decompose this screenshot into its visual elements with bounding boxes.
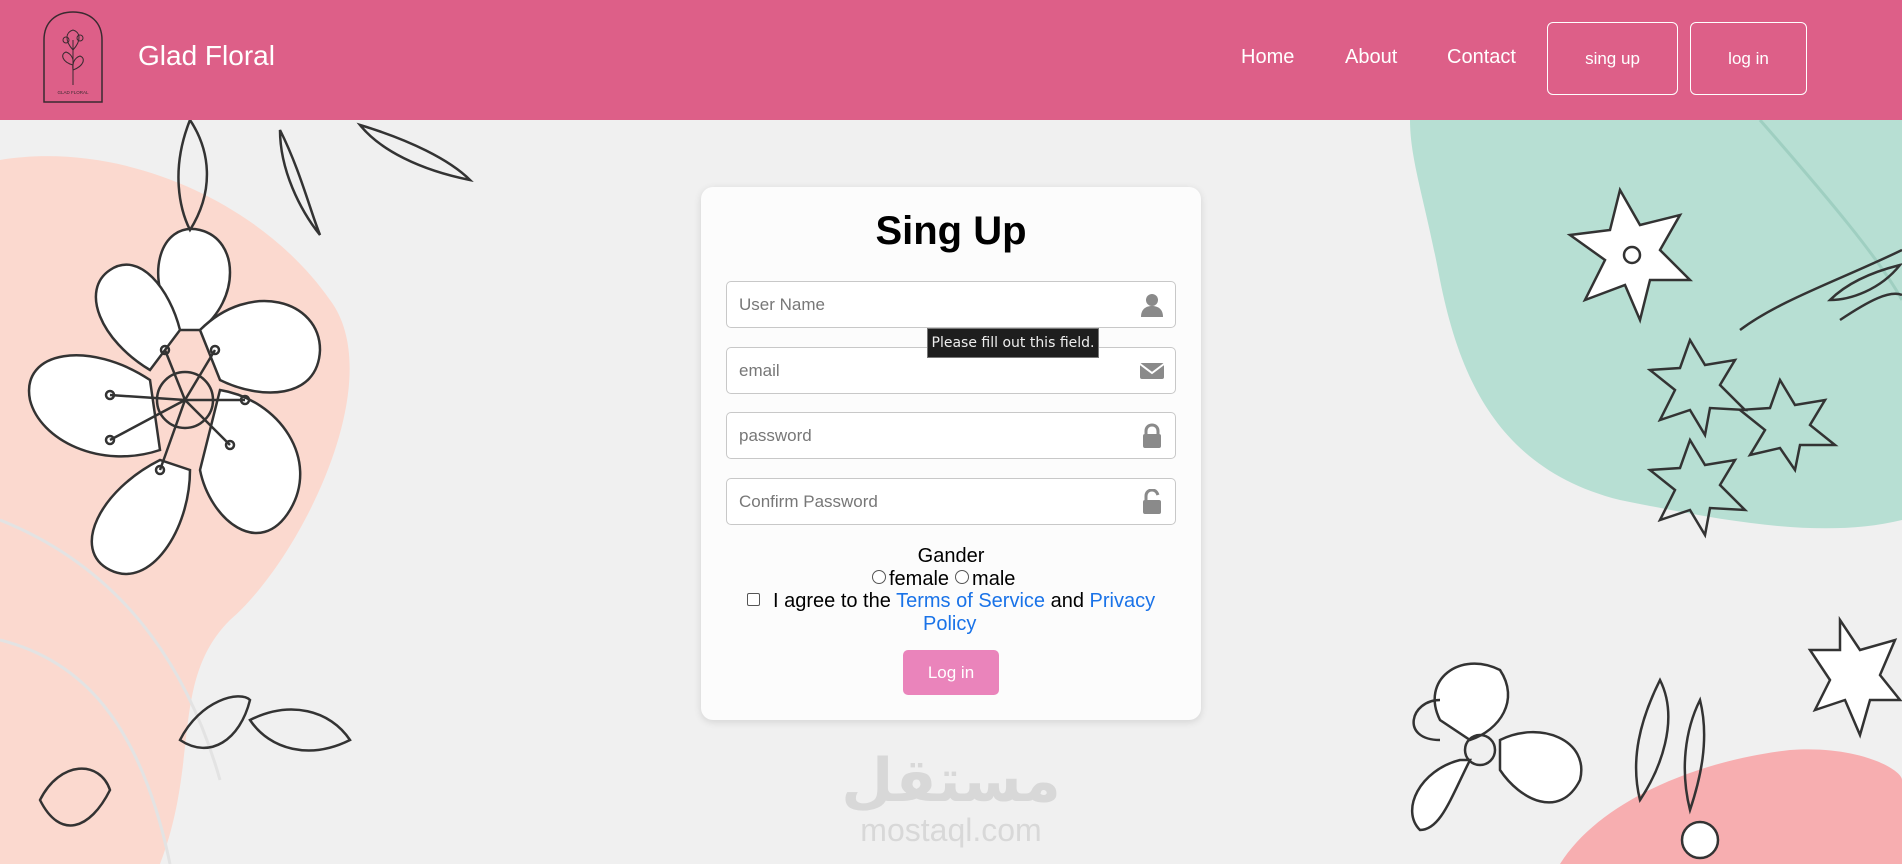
watermark: مستقل mostaql.com <box>836 750 1066 848</box>
signup-card: Sing Up <box>701 187 1201 720</box>
female-radio[interactable] <box>872 569 886 584</box>
username-input[interactable] <box>739 282 1119 327</box>
watermark-latin: mostaql.com <box>860 812 1042 848</box>
brand-name[interactable]: Glad Floral <box>138 40 275 72</box>
envelope-icon <box>1139 363 1165 379</box>
password-field[interactable] <box>726 412 1176 459</box>
and-text: and <box>1050 590 1084 612</box>
navbar: GLAD FLORAL Glad Floral Home About Conta… <box>0 0 1902 120</box>
male-label[interactable]: male <box>972 568 1015 591</box>
agree-prefix: I agree to the <box>773 590 891 612</box>
confirm-password-input[interactable] <box>739 479 1119 524</box>
lock-icon <box>1143 423 1161 448</box>
logo-text: GLAD FLORAL <box>57 90 89 95</box>
agree-checkbox[interactable] <box>747 593 760 606</box>
terms-link[interactable]: Terms of Service <box>896 590 1045 612</box>
privacy-link-continued[interactable]: Policy <box>923 613 976 636</box>
username-field[interactable] <box>726 281 1176 328</box>
gender-label: Gander <box>917 545 985 567</box>
signup-nav-button[interactable]: sing up <box>1547 22 1678 95</box>
female-label[interactable]: female <box>889 568 949 591</box>
form-title: Sing Up <box>875 209 1027 253</box>
gender-options: female male <box>872 568 1015 591</box>
validation-tooltip: Please fill out this field. <box>927 328 1099 358</box>
user-icon <box>1141 294 1163 317</box>
nav-home[interactable]: Home <box>1241 46 1294 69</box>
submit-button[interactable]: Log in <box>903 650 999 695</box>
agree-line: I agree to the Terms of Service and Priv… <box>773 590 1155 613</box>
password-input[interactable] <box>739 413 1119 458</box>
nav-about[interactable]: About <box>1345 46 1397 69</box>
confirm-password-field[interactable] <box>726 478 1176 525</box>
login-nav-button[interactable]: log in <box>1690 22 1807 95</box>
nav-contact[interactable]: Contact <box>1447 46 1516 69</box>
male-radio[interactable] <box>955 569 970 584</box>
watermark-arabic: مستقل <box>841 746 1061 816</box>
brand-logo[interactable]: GLAD FLORAL <box>42 10 104 104</box>
unlock-icon <box>1143 489 1161 514</box>
privacy-link[interactable]: Privacy <box>1090 590 1156 612</box>
